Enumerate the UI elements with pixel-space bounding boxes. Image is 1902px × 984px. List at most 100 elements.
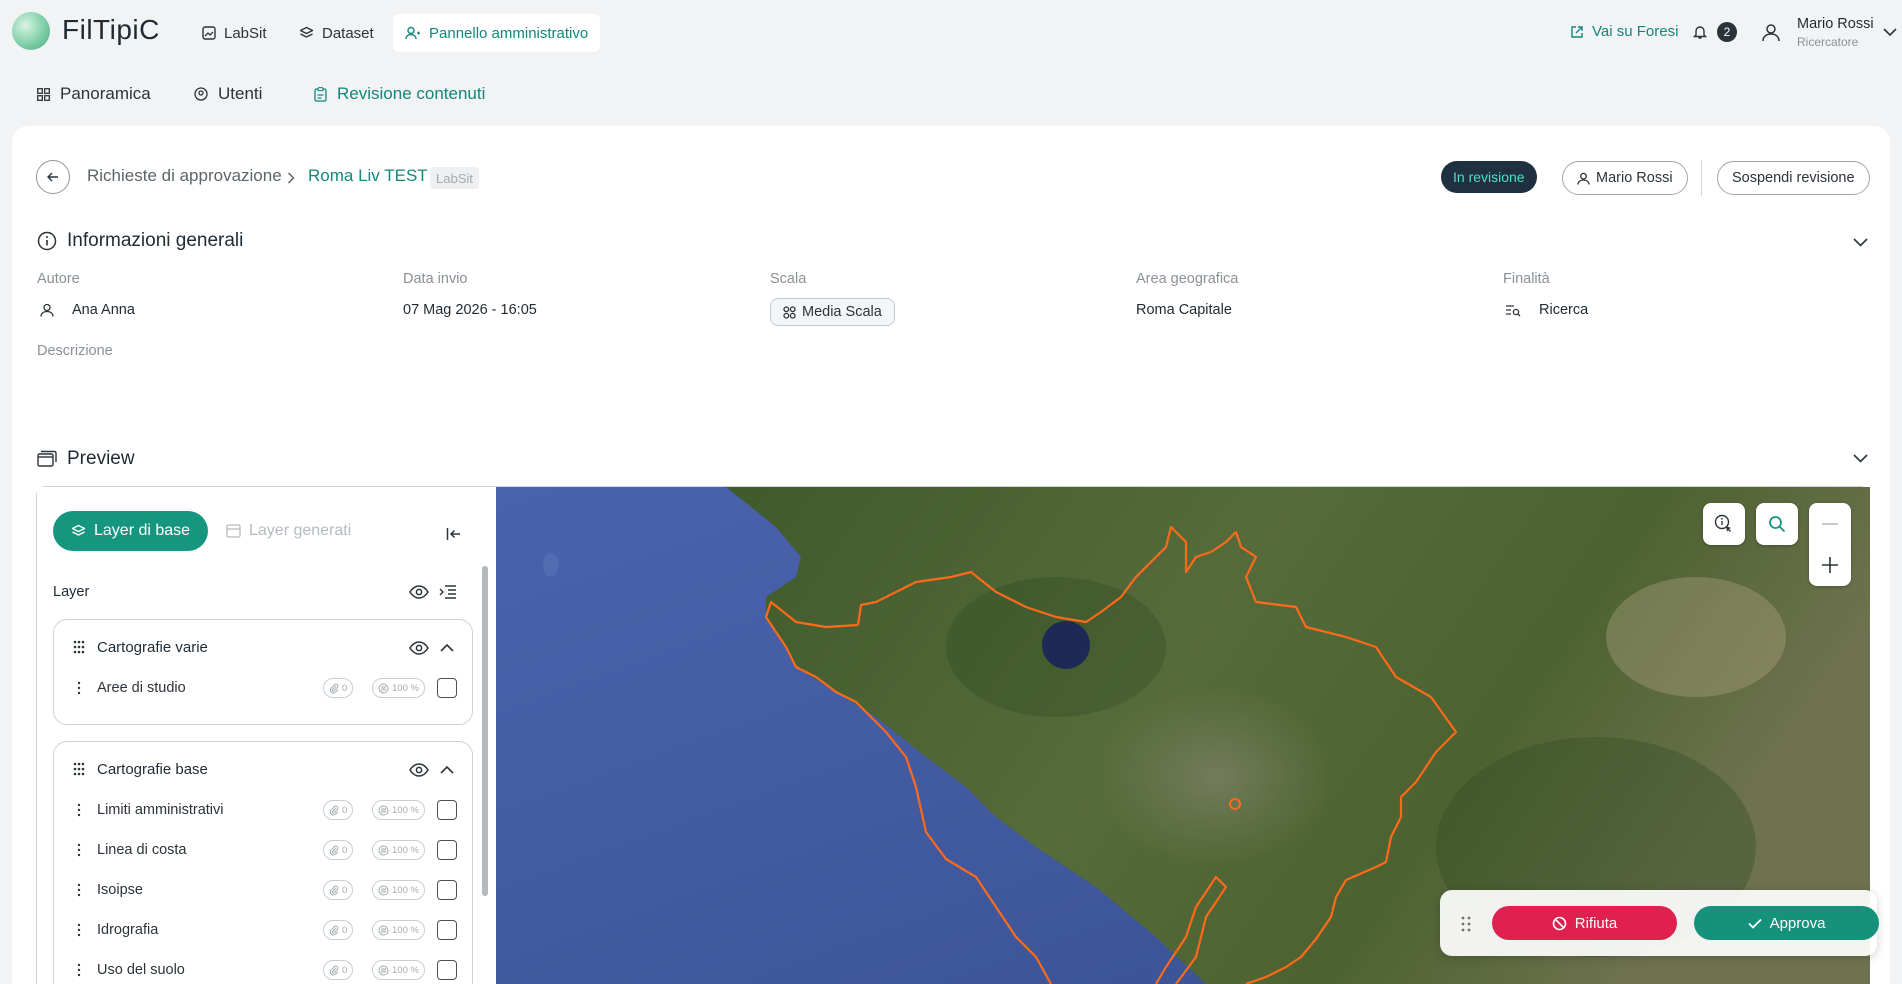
- layer-checkbox[interactable]: [437, 880, 457, 900]
- external-link[interactable]: Vai su Foresi: [1570, 23, 1678, 40]
- tab-generated-layers[interactable]: Layer generati: [226, 522, 351, 540]
- paperclip-icon: [329, 885, 339, 896]
- drag-handle-icon[interactable]: [76, 681, 82, 695]
- collapse-preview-icon[interactable]: [1853, 454, 1868, 463]
- divider: [1701, 160, 1702, 196]
- nav-labsit-label: LabSit: [224, 24, 267, 42]
- opacity-control[interactable]: 100 %: [372, 960, 425, 980]
- drag-handle-icon[interactable]: [73, 640, 85, 654]
- subnav-users-label: Utenti: [218, 84, 263, 103]
- attachment-count: 0: [323, 880, 354, 900]
- approve-label: Approva: [1769, 914, 1826, 932]
- general-info-header[interactable]: Informazioni generali: [37, 230, 243, 252]
- eye-icon[interactable]: [409, 763, 429, 777]
- tab-generated-layers-label: Layer generati: [249, 522, 352, 539]
- eye-icon[interactable]: [409, 641, 429, 655]
- layer-label: Limiti amministrativi: [97, 802, 224, 818]
- list-indent-icon[interactable]: [439, 585, 456, 599]
- chevron-up-icon[interactable]: [440, 765, 454, 774]
- zoom-out-button[interactable]: [1809, 503, 1851, 545]
- nav-admin-label: Pannello amministrativo: [429, 24, 589, 42]
- arrow-left-icon: [47, 172, 59, 182]
- suspend-review-button[interactable]: Sospendi revisione: [1717, 161, 1870, 195]
- layer-header-label: Layer: [53, 584, 90, 600]
- window-icon: [37, 450, 57, 468]
- layer-group-cartografie-varie: [53, 619, 473, 725]
- reject-button[interactable]: Rifiuta: [1492, 906, 1677, 940]
- area-value: Roma Capitale: [1136, 302, 1232, 318]
- breadcrumb-parent[interactable]: Richieste di approvazione: [87, 166, 282, 186]
- zoom-in-button[interactable]: [1809, 544, 1851, 586]
- nav-admin[interactable]: Pannello amministrativo: [393, 14, 601, 52]
- author-value-group: Ana Anna: [40, 302, 135, 318]
- approve-button[interactable]: Approva: [1694, 906, 1879, 940]
- layer-label: Aree di studio: [97, 680, 186, 696]
- drag-handle-icon[interactable]: [76, 843, 82, 857]
- opacity-control[interactable]: 100 %: [372, 840, 425, 860]
- opacity-control[interactable]: 100 %: [372, 678, 425, 698]
- image-icon: [226, 524, 241, 538]
- plus-icon: [1822, 557, 1838, 573]
- app-logo[interactable]: [12, 12, 50, 50]
- drag-handle-icon[interactable]: [73, 762, 85, 776]
- subnav-overview-label: Panoramica: [60, 84, 151, 103]
- subnav-content-review-label: Revisione contenuti: [337, 84, 486, 103]
- drag-handle-icon[interactable]: [76, 923, 82, 937]
- area-label: Area geografica: [1136, 271, 1239, 287]
- attachment-count: 0: [323, 960, 354, 980]
- subnav-content-review[interactable]: Revisione contenuti: [314, 84, 485, 104]
- preview-title: Preview: [67, 448, 135, 469]
- opacity-control[interactable]: 100 %: [372, 920, 425, 940]
- drag-handle-icon[interactable]: [76, 803, 82, 817]
- layer-checkbox[interactable]: [437, 840, 457, 860]
- user-role: Ricercatore: [1797, 35, 1859, 49]
- layer-checkbox[interactable]: [437, 960, 457, 980]
- preview-header[interactable]: Preview: [37, 448, 135, 470]
- opacity-icon: [378, 885, 389, 896]
- chevron-up-icon[interactable]: [440, 643, 454, 652]
- subnav-overview[interactable]: Panoramica: [37, 84, 151, 104]
- opacity-control[interactable]: 100 %: [372, 880, 425, 900]
- drag-handle-icon[interactable]: [76, 963, 82, 977]
- purpose-value-group: Ricerca: [1505, 302, 1588, 318]
- clipboard-icon: [314, 86, 327, 102]
- layer-scrollbar-thumb[interactable]: [482, 566, 488, 896]
- bell-icon[interactable]: [1693, 24, 1707, 40]
- paperclip-icon: [329, 965, 339, 976]
- collapse-general-info-icon[interactable]: [1853, 238, 1868, 247]
- layer-checkbox[interactable]: [437, 678, 457, 698]
- nav-dataset[interactable]: Dataset: [287, 14, 386, 52]
- reviewer-chip[interactable]: Mario Rossi: [1562, 161, 1688, 195]
- layers-icon: [71, 524, 86, 539]
- user-icon: [1577, 172, 1590, 185]
- drag-handle-icon[interactable]: [76, 883, 82, 897]
- tab-base-layers[interactable]: Layer di base: [53, 511, 209, 551]
- date-value: 07 Mag 2026 - 16:05: [403, 302, 537, 318]
- chevron-down-icon[interactable]: [1883, 28, 1897, 37]
- info-pointer-icon: [1714, 514, 1734, 534]
- map-search-button[interactable]: [1756, 503, 1798, 545]
- drag-handle-icon[interactable]: [1461, 916, 1471, 932]
- minus-icon: [1822, 523, 1838, 525]
- nav-labsit[interactable]: LabSit: [190, 14, 279, 52]
- collapse-panel-icon[interactable]: [446, 527, 461, 541]
- info-icon: [37, 231, 57, 251]
- opacity-control[interactable]: 100 %: [372, 800, 425, 820]
- external-link-label: Vai su Foresi: [1592, 23, 1679, 40]
- subnav-users[interactable]: Utenti: [194, 84, 262, 104]
- back-button[interactable]: [36, 160, 70, 194]
- scale-chip: Media Scala: [770, 298, 895, 326]
- attachment-count: 0: [323, 678, 354, 698]
- user-name[interactable]: Mario Rossi: [1797, 16, 1874, 32]
- paperclip-icon: [329, 683, 339, 694]
- author-value: Ana Anna: [72, 302, 135, 318]
- layer-checkbox[interactable]: [437, 920, 457, 940]
- layer-checkbox[interactable]: [437, 800, 457, 820]
- identify-button[interactable]: [1703, 503, 1745, 545]
- author-label: Autore: [37, 271, 80, 287]
- image-icon: [202, 26, 216, 40]
- user-avatar-icon[interactable]: [1761, 22, 1781, 42]
- opacity-icon: [378, 683, 389, 694]
- eye-icon[interactable]: [409, 585, 429, 599]
- paperclip-icon: [329, 925, 339, 936]
